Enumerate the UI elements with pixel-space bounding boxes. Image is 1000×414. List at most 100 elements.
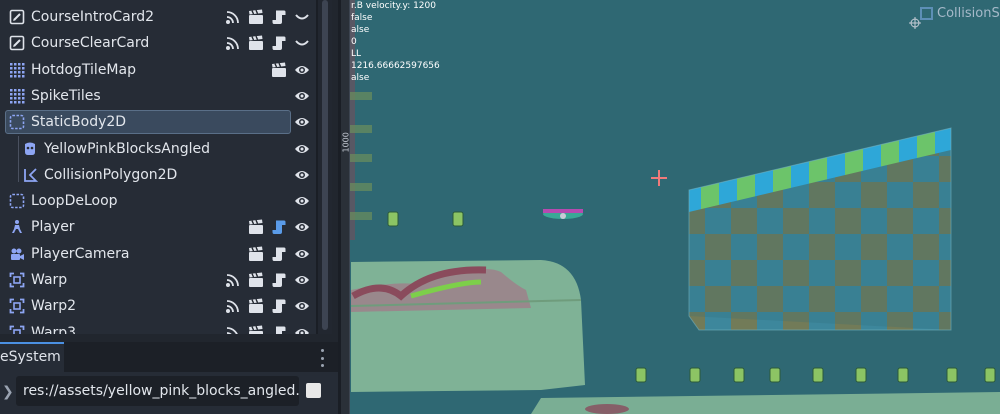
visibility-icon[interactable] [294,141,310,157]
scene-panel: CourseIntroCard2 CourseClearCard HotdogTil… [0,0,340,342]
node-action-buttons [294,193,310,209]
node-action-buttons [225,298,310,314]
tree-node-label: YellowPinkBlocksAngled [44,140,210,157]
scene-icon[interactable] [248,298,264,314]
staticbody-icon [9,114,25,130]
tree-node-label: LoopDeLoop [31,193,118,210]
tree-node-label: CollisionPolygon2D [44,166,178,183]
scene-icon[interactable] [248,325,264,334]
loop-de-loop-body[interactable] [350,260,585,392]
sprite-edit-icon [9,35,25,51]
node-action-buttons [225,35,310,51]
visibility-icon[interactable] [294,62,310,78]
debug-line: false [351,13,373,23]
visibility-icon[interactable] [294,193,310,209]
scene-tree-scrollbar[interactable] [318,0,332,334]
debug-overlay: r.B velocity.y: 1200 false alse 0 LL 1216.666… [351,0,440,84]
scene-icon[interactable] [248,246,264,262]
script-icon[interactable] [271,246,287,262]
debug-line: 0 [351,37,357,47]
filesystem-tabbar: eSystem [0,342,340,372]
script-icon[interactable] [271,219,287,235]
tree-node-collisionpolygon2d[interactable]: CollisionPolygon2D [0,162,316,188]
tree-connector-line [18,135,19,183]
tree-node-yellowpinkblocksangled[interactable]: YellowPinkBlocksAngled [0,136,316,162]
signal-icon[interactable] [225,9,241,25]
node-action-buttons [294,114,310,130]
player-sprite[interactable] [543,209,583,219]
collapse-icon[interactable] [294,35,310,51]
collision-shape-label: CollisionS [920,6,1000,21]
script-icon[interactable] [271,9,287,25]
camera-origin-marker [651,170,667,186]
visibility-icon[interactable] [294,114,310,130]
scene-icon[interactable] [248,219,264,235]
signal-icon[interactable] [225,298,241,314]
collision-shape-icon [920,7,933,20]
tree-node-staticbody2d[interactable]: StaticBody2D [0,109,316,135]
tree-node-spiketiles[interactable]: SpikeTiles [0,83,316,109]
scene-tree: CourseIntroCard2 CourseClearCard HotdogTil… [0,0,318,334]
visibility-icon[interactable] [294,246,310,262]
scene-icon[interactable] [248,35,264,51]
filesystem-path-row: ❯ res://assets/yellow_pink_blocks_angled… [0,372,340,414]
sprite-icon [22,141,38,157]
scene-icon[interactable] [248,9,264,25]
angled-blocks-sprite[interactable] [688,127,952,331]
vertical-ruler[interactable] [341,0,350,414]
tab-filesystem[interactable]: eSystem [0,342,64,372]
script-icon[interactable] [271,272,287,288]
tree-node-warp[interactable]: Warp [0,267,316,293]
visibility-icon[interactable] [294,325,310,334]
scrollbar-thumb[interactable] [322,0,328,330]
tree-node-playercamera[interactable]: PlayerCamera [0,241,316,267]
area-icon [9,298,25,314]
chevron-right-icon[interactable]: ❯ [2,384,14,400]
collapse-icon[interactable] [294,9,310,25]
debug-line: alse [351,73,370,83]
split-mode-toggle[interactable] [306,383,321,398]
tree-node-label: SpikeTiles [31,87,101,104]
tree-node-warp3[interactable]: Warp3 [0,320,316,334]
tree-node-player[interactable]: Player [0,214,316,240]
area-icon [9,325,25,334]
node-action-buttons [271,62,310,78]
scene-icon[interactable] [248,272,264,288]
tree-node-warp2[interactable]: Warp2 [0,293,316,319]
signal-icon[interactable] [225,35,241,51]
tree-node-label: StaticBody2D [31,114,127,131]
node-action-buttons [294,167,310,183]
path-field[interactable]: res://assets/yellow_pink_blocks_angled.p… [16,376,299,406]
tree-node-label: HotdogTileMap [31,61,136,78]
debug-line: r.B velocity.y: 1200 [351,1,436,11]
node-action-buttons [248,219,310,235]
collision-shape-text: CollisionS [937,6,1000,21]
tree-node-label: Warp2 [31,298,77,315]
scene-icon[interactable] [271,62,287,78]
tilemap-icon [9,88,25,104]
tree-node-loopdeloop[interactable]: LoopDeLoop [0,188,316,214]
player-icon [9,219,25,235]
node-action-buttons [225,325,310,334]
visibility-icon[interactable] [294,167,310,183]
node-action-buttons [225,272,310,288]
ground-strip [531,392,1000,414]
tree-node-courseintrocard2[interactable]: CourseIntroCard2 [0,4,316,30]
tilemap-icon [9,62,25,78]
tree-node-hotdogtilemap[interactable]: HotdogTileMap [0,57,316,83]
signal-icon[interactable] [225,272,241,288]
tree-node-courseclearcard[interactable]: CourseClearCard [0,30,316,56]
visibility-icon[interactable] [294,272,310,288]
signal-icon[interactable] [225,325,241,334]
collision-polygon-icon [22,167,38,183]
script-icon[interactable] [271,325,287,334]
tree-node-label: PlayerCamera [31,245,130,262]
visibility-icon[interactable] [294,88,310,104]
dock-menu-icon[interactable] [318,349,326,367]
node-action-buttons [225,9,310,25]
script-icon[interactable] [271,298,287,314]
visibility-icon[interactable] [294,219,310,235]
visibility-icon[interactable] [294,298,310,314]
staticbody-icon [9,193,25,209]
script-icon[interactable] [271,35,287,51]
